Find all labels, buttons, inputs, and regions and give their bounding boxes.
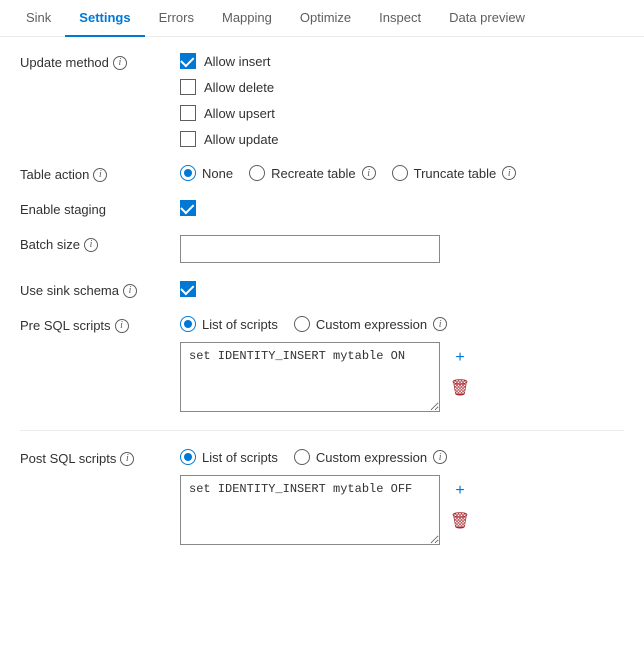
table-action-truncate-info-icon[interactable]: i bbox=[502, 166, 516, 180]
table-action-recreate-radio[interactable] bbox=[249, 165, 265, 181]
tab-optimize[interactable]: Optimize bbox=[286, 0, 365, 37]
pre-list-scripts-label: List of scripts bbox=[202, 317, 278, 332]
pre-sql-scripts-label: Pre SQL scripts i bbox=[20, 316, 180, 333]
allow-insert-checkbox[interactable] bbox=[180, 53, 196, 69]
tab-errors[interactable]: Errors bbox=[145, 0, 208, 37]
divider bbox=[20, 430, 624, 431]
table-action-recreate-info-icon[interactable]: i bbox=[362, 166, 376, 180]
use-sink-schema-checkbox[interactable] bbox=[180, 281, 196, 297]
post-custom-expression-option[interactable]: Custom expression i bbox=[294, 449, 447, 465]
batch-size-row: Batch size i bbox=[20, 235, 624, 263]
table-action-none-radio[interactable] bbox=[180, 165, 196, 181]
batch-size-info-icon[interactable]: i bbox=[84, 238, 98, 252]
post-sql-radio-group: List of scripts Custom expression i bbox=[180, 449, 624, 465]
pre-custom-expression-option[interactable]: Custom expression i bbox=[294, 316, 447, 332]
batch-size-input[interactable] bbox=[180, 235, 440, 263]
post-custom-expression-label: Custom expression bbox=[316, 450, 427, 465]
allow-upsert-item: Allow upsert bbox=[180, 105, 624, 121]
tab-settings[interactable]: Settings bbox=[65, 0, 144, 37]
table-action-truncate-radio[interactable] bbox=[392, 165, 408, 181]
table-action-none[interactable]: None bbox=[180, 165, 233, 181]
post-sql-actions: + 🗑 bbox=[448, 475, 472, 533]
update-method-row: Update method i Allow insert Allow delet… bbox=[20, 53, 624, 147]
table-action-label: Table action i bbox=[20, 165, 180, 182]
update-method-options: Allow insert Allow delete Allow upsert A… bbox=[180, 53, 624, 147]
enable-staging-checkbox[interactable] bbox=[180, 200, 196, 216]
update-method-info-icon[interactable]: i bbox=[113, 56, 127, 70]
allow-delete-item: Allow delete bbox=[180, 79, 624, 95]
table-action-truncate[interactable]: Truncate table i bbox=[392, 165, 517, 181]
tab-inspect[interactable]: Inspect bbox=[365, 0, 435, 37]
enable-staging-label: Enable staging bbox=[20, 200, 180, 217]
settings-content: Update method i Allow insert Allow delet… bbox=[0, 37, 644, 579]
allow-upsert-checkbox[interactable] bbox=[180, 105, 196, 121]
use-sink-schema-info-icon[interactable]: i bbox=[123, 284, 137, 298]
table-action-recreate-label: Recreate table bbox=[271, 166, 356, 181]
pre-list-scripts-radio[interactable] bbox=[180, 316, 196, 332]
pre-sql-delete-button[interactable]: 🗑 bbox=[448, 376, 472, 400]
post-sql-add-button[interactable]: + bbox=[448, 479, 472, 503]
post-sql-scripts-row: Post SQL scripts i List of scripts Custo… bbox=[20, 449, 624, 545]
post-custom-expression-info-icon[interactable]: i bbox=[433, 450, 447, 464]
post-sql-delete-button[interactable]: 🗑 bbox=[448, 509, 472, 533]
table-action-radio-group: None Recreate table i Truncate table i bbox=[180, 165, 624, 181]
use-sink-schema-label: Use sink schema i bbox=[20, 281, 180, 298]
use-sink-schema-row: Use sink schema i bbox=[20, 281, 624, 298]
pre-sql-scripts-row: Pre SQL scripts i List of scripts Custom… bbox=[20, 316, 624, 412]
allow-insert-label: Allow insert bbox=[204, 54, 270, 69]
post-list-scripts-option[interactable]: List of scripts bbox=[180, 449, 278, 465]
pre-sql-scripts-info-icon[interactable]: i bbox=[115, 319, 129, 333]
table-action-row: Table action i None Recreate table i Tru… bbox=[20, 165, 624, 182]
pre-custom-expression-label: Custom expression bbox=[316, 317, 427, 332]
batch-size-label: Batch size i bbox=[20, 235, 180, 252]
enable-staging-control bbox=[180, 200, 624, 216]
pre-sql-textarea-wrapper: + 🗑 bbox=[180, 342, 624, 412]
post-custom-expression-radio[interactable] bbox=[294, 449, 310, 465]
post-list-scripts-label: List of scripts bbox=[202, 450, 278, 465]
table-action-info-icon[interactable]: i bbox=[93, 168, 107, 182]
pre-sql-scripts-control: List of scripts Custom expression i + 🗑 bbox=[180, 316, 624, 412]
table-action-none-label: None bbox=[202, 166, 233, 181]
batch-size-control bbox=[180, 235, 624, 263]
pre-list-scripts-option[interactable]: List of scripts bbox=[180, 316, 278, 332]
update-method-label: Update method i bbox=[20, 53, 180, 70]
pre-sql-actions: + 🗑 bbox=[448, 342, 472, 400]
allow-update-checkbox[interactable] bbox=[180, 131, 196, 147]
tab-data-preview[interactable]: Data preview bbox=[435, 0, 539, 37]
pre-sql-add-button[interactable]: + bbox=[448, 346, 472, 370]
post-sql-textarea[interactable] bbox=[180, 475, 440, 545]
pre-sql-textarea[interactable] bbox=[180, 342, 440, 412]
table-action-recreate[interactable]: Recreate table i bbox=[249, 165, 376, 181]
tab-bar: Sink Settings Errors Mapping Optimize In… bbox=[0, 0, 644, 37]
enable-staging-row: Enable staging bbox=[20, 200, 624, 217]
tab-sink[interactable]: Sink bbox=[12, 0, 65, 37]
allow-update-item: Allow update bbox=[180, 131, 624, 147]
allow-delete-checkbox[interactable] bbox=[180, 79, 196, 95]
pre-custom-expression-info-icon[interactable]: i bbox=[433, 317, 447, 331]
allow-update-label: Allow update bbox=[204, 132, 278, 147]
tab-mapping[interactable]: Mapping bbox=[208, 0, 286, 37]
allow-insert-item: Allow insert bbox=[180, 53, 624, 69]
table-action-options: None Recreate table i Truncate table i bbox=[180, 165, 624, 181]
post-list-scripts-radio[interactable] bbox=[180, 449, 196, 465]
post-sql-scripts-label: Post SQL scripts i bbox=[20, 449, 180, 466]
pre-sql-radio-group: List of scripts Custom expression i bbox=[180, 316, 624, 332]
post-sql-textarea-wrapper: + 🗑 bbox=[180, 475, 624, 545]
allow-upsert-label: Allow upsert bbox=[204, 106, 275, 121]
post-sql-scripts-info-icon[interactable]: i bbox=[120, 452, 134, 466]
use-sink-schema-control bbox=[180, 281, 624, 297]
pre-custom-expression-radio[interactable] bbox=[294, 316, 310, 332]
table-action-truncate-label: Truncate table bbox=[414, 166, 497, 181]
post-sql-scripts-control: List of scripts Custom expression i + 🗑 bbox=[180, 449, 624, 545]
allow-delete-label: Allow delete bbox=[204, 80, 274, 95]
